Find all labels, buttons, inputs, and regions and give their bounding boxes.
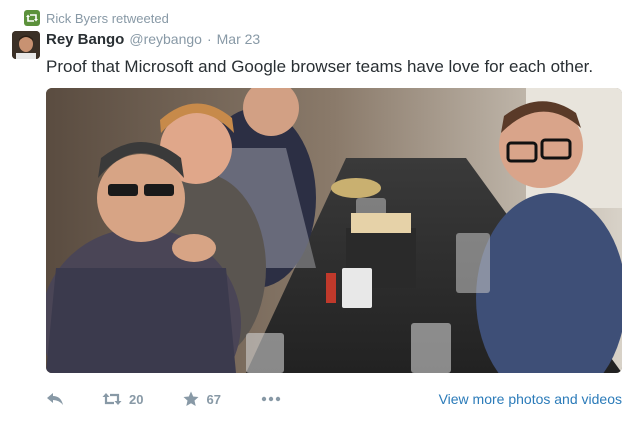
view-more-photos-link[interactable]: View more photos and videos (439, 391, 622, 407)
more-button[interactable] (261, 396, 281, 402)
retweet-icon (102, 393, 122, 405)
favorite-count: 67 (206, 391, 221, 407)
reply-icon (47, 393, 63, 405)
retweet-context: Rick Byers retweeted (24, 10, 169, 26)
favorite-button[interactable]: 67 (183, 391, 221, 407)
more-icon (261, 396, 281, 402)
tweet-photo[interactable] (46, 88, 622, 373)
separator: · (206, 31, 212, 47)
avatar[interactable] (12, 31, 40, 59)
tweet-text: Proof that Microsoft and Google browser … (46, 57, 594, 76)
retweet-count: 20 (129, 391, 144, 407)
retweet-button[interactable]: 20 (102, 392, 143, 407)
author-name[interactable]: Rey Bango (46, 31, 124, 48)
author-handle[interactable]: @reybango (129, 31, 202, 47)
star-icon (183, 391, 199, 406)
tweet-header: Rey Bango @reybango · Mar 23 (46, 31, 260, 48)
tweet-actions: 20 67 View more photos and videos (46, 388, 622, 410)
retweet-icon (24, 10, 40, 26)
retweet-context-text[interactable]: Rick Byers retweeted (46, 11, 169, 26)
tweet-date[interactable]: Mar 23 (217, 31, 261, 47)
reply-button[interactable] (46, 392, 64, 406)
